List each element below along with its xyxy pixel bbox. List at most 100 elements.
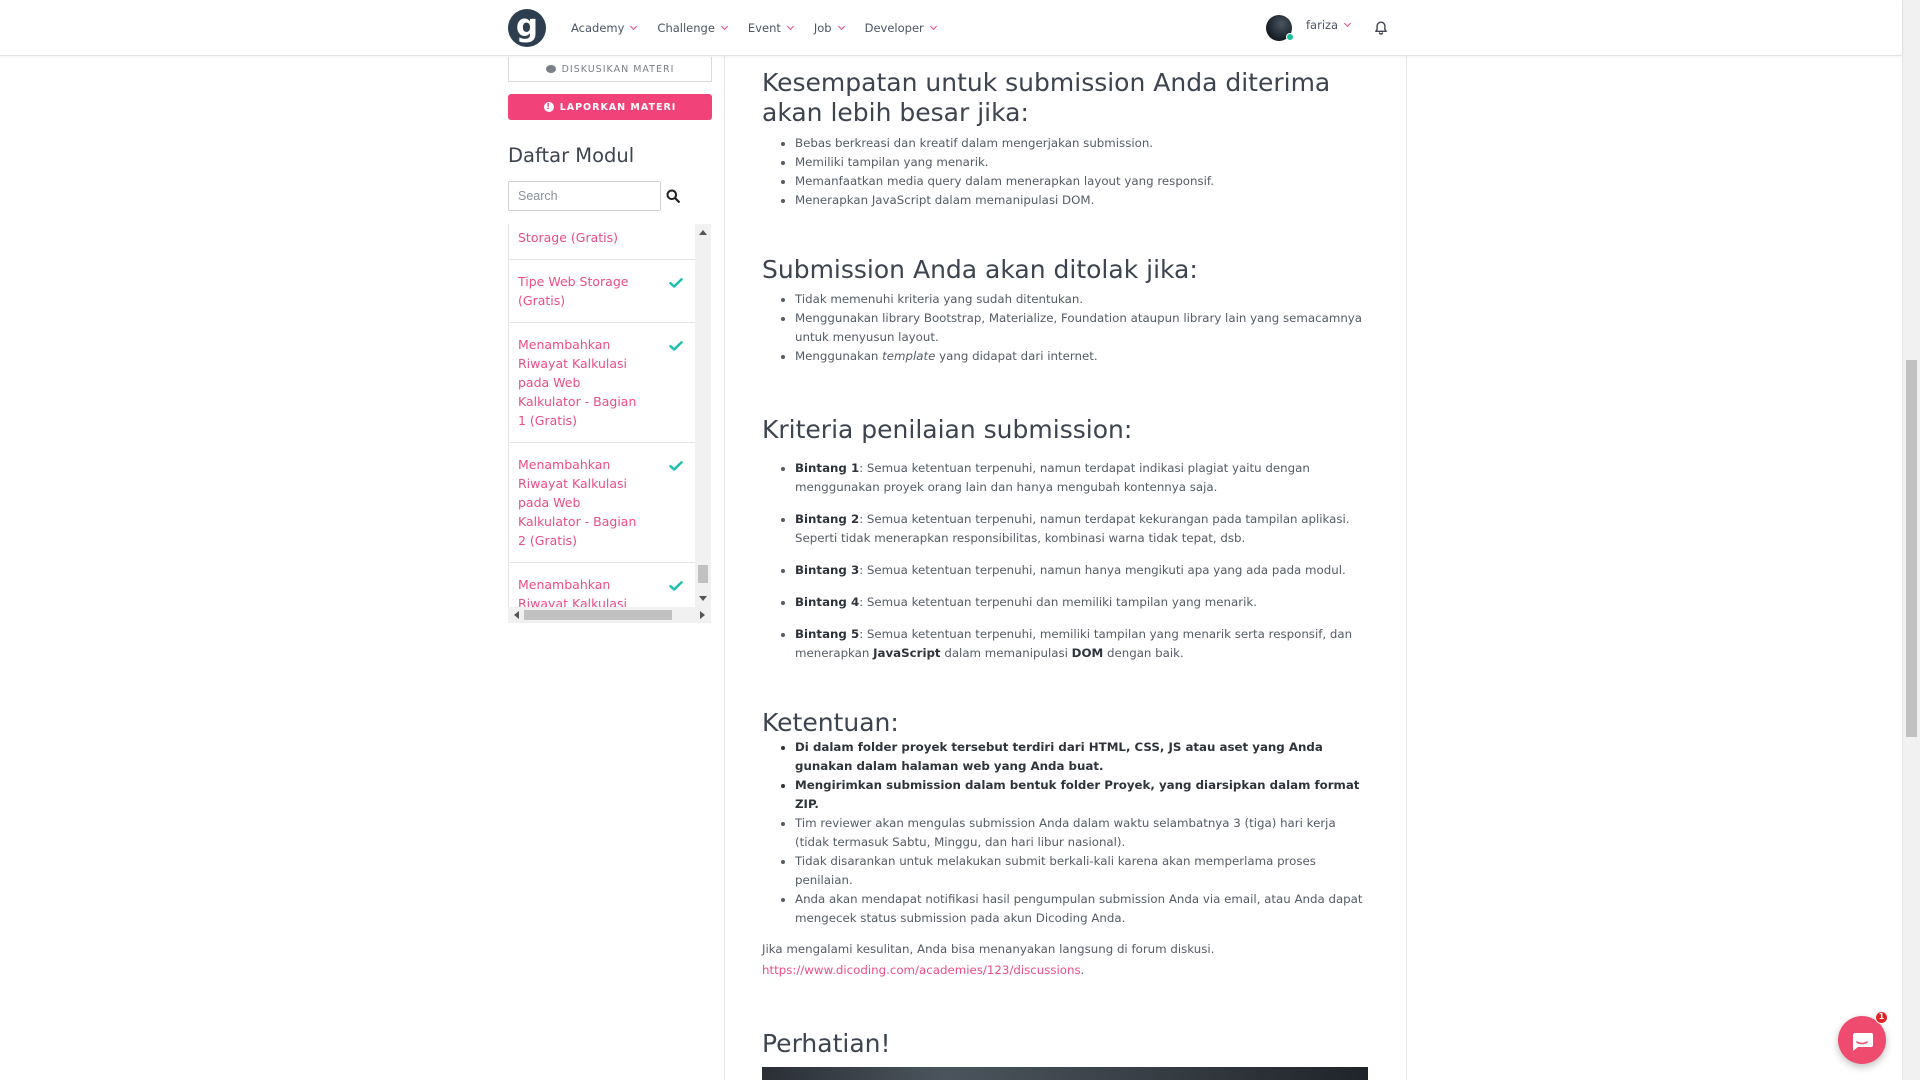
avatar[interactable] (1266, 15, 1294, 41)
top-navbar: g Academy Challenge Event Job Developer … (0, 0, 1902, 56)
nav-challenge[interactable]: Challenge (657, 21, 728, 35)
terms-section: Ketentuan: Di dalam folder proyek terseb… (762, 708, 1372, 980)
list-item: Bintang 1: Semua ketentuan terpenuhi, na… (795, 459, 1372, 497)
report-material-button[interactable]: ! LAPORKAN MATERI (508, 94, 712, 120)
star-label: Bintang 1 (795, 461, 860, 475)
nav-academy[interactable]: Academy (571, 21, 638, 35)
scroll-left-icon[interactable] (514, 611, 519, 619)
star-label: Bintang 5 (795, 627, 860, 641)
attention-image (762, 1067, 1368, 1080)
nav-job[interactable]: Job (814, 21, 845, 35)
module-search-input[interactable] (508, 181, 661, 211)
list-item: Memanfaatkan media query dalam menerapka… (795, 172, 1372, 191)
item-emphasis: template (882, 349, 936, 363)
help-note: Jika mengalami kesulitan, Anda bisa mena… (762, 942, 1215, 956)
module-list-horizontal-scrollbar[interactable] (508, 607, 711, 623)
item-text: Menggunakan (795, 349, 883, 363)
star-label: Bintang 4 (795, 595, 860, 609)
list-item: Bintang 5: Semua ketentuan terpenuhi, me… (795, 625, 1372, 663)
check-icon (669, 278, 683, 288)
item-text: yang didapat dari internet. (935, 349, 1098, 363)
list-item: Menerapkan JavaScript dalam memanipulasi… (795, 191, 1372, 210)
acceptance-list: Bebas berkreasi dan kreatif dalam menger… (762, 134, 1372, 210)
user-name: fariza (1306, 18, 1339, 32)
nav-label: Event (747, 21, 781, 35)
module-list[interactable]: Storage (Gratis) Tipe Web Storage (Grati… (508, 224, 695, 607)
section-heading: Perhatian! (762, 1029, 891, 1058)
list-item: Di dalam folder proyek tersebut terdiri … (795, 738, 1372, 776)
criteria-section: Kriteria penilaian submission: Bintang 1… (762, 415, 1372, 676)
list-item: Bintang 2: Semua ketentuan terpenuhi, na… (795, 510, 1372, 548)
list-item[interactable]: Menambahkan Riwayat Kalkulasi pada Web K… (509, 323, 695, 443)
main-menu: Academy Challenge Event Job Developer (571, 0, 957, 56)
scroll-right-icon[interactable] (700, 611, 705, 619)
list-item: Tidak memenuhi kriteria yang sudah diten… (795, 290, 1372, 309)
module-label: Menambahkan Riwayat Kalkulasi pada Web (518, 577, 627, 607)
section-heading: Kriteria penilaian submission: (762, 415, 1133, 444)
star-label: Bintang 3 (795, 563, 860, 577)
chevron-down-icon (630, 22, 638, 31)
chevron-down-icon (720, 22, 728, 31)
list-item: Menggunakan template yang didapat dari i… (795, 347, 1372, 366)
list-item[interactable]: Tipe Web Storage (Gratis) (509, 260, 695, 323)
star-label: Bintang 2 (795, 512, 860, 526)
item-text: : Semua ketentuan terpenuhi, namun hanya… (859, 563, 1346, 577)
chevron-down-icon (1344, 19, 1352, 28)
list-item: Bintang 4: Semua ketentuan terpenuhi dan… (795, 593, 1372, 612)
nav-label: Developer (864, 21, 924, 35)
section-heading: Submission Anda akan ditolak jika: (762, 255, 1198, 284)
link-suffix: . (1080, 963, 1085, 977)
nav-label: Challenge (657, 21, 715, 35)
scroll-up-icon[interactable] (699, 230, 707, 235)
list-item: Menggunakan library Bootstrap, Materiali… (795, 309, 1372, 347)
list-item: Bintang 3: Semua ketentuan terpenuhi, na… (795, 561, 1372, 580)
discuss-material-button[interactable]: DISKUSIKAN MATERI (508, 57, 712, 82)
list-item[interactable]: Menambahkan Riwayat Kalkulasi pada Web K… (509, 443, 695, 563)
list-item[interactable]: Storage (Gratis) (509, 224, 695, 260)
item-text: dengan baik. (1103, 646, 1184, 660)
discussion-link[interactable]: https://www.dicoding.com/academies/123/d… (762, 963, 1081, 977)
item-text: : Semua ketentuan terpenuhi, namun terda… (795, 461, 1310, 494)
nav-label: Academy (571, 21, 625, 35)
module-label: Tipe Web Storage (Gratis) (518, 274, 629, 308)
online-status-icon (1286, 33, 1294, 41)
check-icon (669, 461, 683, 471)
user-name-dropdown[interactable]: fariza (1306, 18, 1352, 32)
module-label: Menambahkan Riwayat Kalkulasi pada Web K… (518, 337, 637, 428)
scroll-down-icon[interactable] (699, 596, 707, 601)
chevron-down-icon (929, 22, 937, 31)
chevron-down-icon (786, 22, 794, 31)
user-menu[interactable]: fariza (1266, 0, 1352, 56)
module-label: Storage (Gratis) (518, 230, 619, 245)
item-text: : Semua ketentuan terpenuhi dan memiliki… (859, 595, 1257, 609)
page-scrollbar[interactable] (1902, 0, 1920, 1080)
check-icon (669, 341, 683, 351)
list-item: Anda akan mendapat notifikasi hasil peng… (795, 890, 1372, 928)
criteria-list: Bintang 1: Semua ketentuan terpenuhi, na… (762, 459, 1372, 663)
scrollbar-thumb[interactable] (698, 565, 708, 583)
item-bold: JavaScript (873, 646, 941, 660)
check-icon (669, 581, 683, 591)
dicoding-logo[interactable]: g (508, 9, 546, 47)
module-label: Menambahkan Riwayat Kalkulasi pada Web K… (518, 457, 637, 548)
scrollbar-thumb[interactable] (524, 610, 672, 620)
terms-list: Di dalam folder proyek tersebut terdiri … (762, 738, 1372, 928)
item-text: dalam memanipulasi (940, 646, 1072, 660)
section-heading: Ketentuan: (762, 708, 899, 737)
chat-badge: 1 (1875, 1011, 1888, 1024)
list-item: Bebas berkreasi dan kreatif dalam menger… (795, 134, 1372, 153)
item-bold: DOM (1071, 646, 1104, 660)
module-list-vertical-scrollbar[interactable] (695, 224, 711, 607)
list-item: Tidak disarankan untuk melakukan submit … (795, 852, 1372, 890)
chevron-down-icon (837, 22, 845, 31)
list-item[interactable]: Menambahkan Riwayat Kalkulasi pada Web (509, 563, 695, 607)
search-icon[interactable] (666, 189, 680, 203)
nav-developer[interactable]: Developer (864, 21, 937, 35)
acceptance-section: Kesempatan untuk submission Anda diterim… (762, 68, 1372, 210)
nav-event[interactable]: Event (747, 21, 794, 35)
scrollbar-thumb[interactable] (1906, 360, 1917, 737)
bell-icon[interactable] (1373, 20, 1389, 36)
discuss-label: DISKUSIKAN MATERI (561, 63, 675, 75)
attention-section: Perhatian! (762, 1029, 891, 1059)
list-item: Memiliki tampilan yang menarik. (795, 153, 1372, 172)
